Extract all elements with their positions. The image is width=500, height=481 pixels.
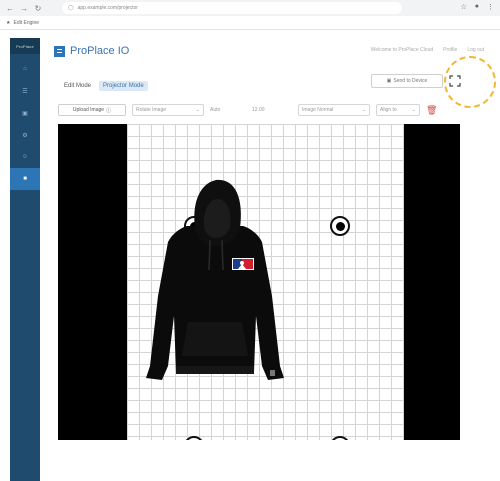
offset-value[interactable]: 12.00	[252, 107, 292, 113]
profile-icon[interactable]: ●	[475, 3, 479, 11]
bookmark-icon: ★	[6, 19, 11, 26]
info-icon: ⓘ	[106, 107, 112, 114]
reload-icon[interactable]: ↻	[34, 4, 42, 13]
upload-image-button[interactable]: Upload Image ⓘ	[58, 104, 126, 116]
tab-projector-mode[interactable]: Projector Mode	[99, 81, 148, 91]
tab-edit-mode[interactable]: Edit Mode	[60, 81, 95, 91]
align-select[interactable]: Align to ⌄	[376, 104, 420, 116]
send-to-device-button[interactable]: ▣ Send to Device	[371, 74, 443, 88]
sidebar: ProPlace ⌂ ☰ ▣ ⚙ ☺ ■	[10, 38, 40, 481]
mode-tabs: Edit Mode Projector Mode	[60, 81, 148, 91]
fullscreen-button[interactable]	[445, 71, 465, 91]
projector-icon: ■	[23, 176, 27, 182]
header-link-welcome[interactable]: Welcome to ProPlace Cloud	[371, 47, 433, 53]
delete-trash-icon[interactable]: 🗑	[426, 105, 437, 116]
align-value: Align to	[380, 107, 397, 113]
sidebar-item-home[interactable]: ⌂	[10, 58, 40, 80]
sidebar-item-layers[interactable]: ☰	[10, 80, 40, 102]
main-panel: ProPlace IO Welcome to ProPlace Cloud Pr…	[40, 38, 500, 481]
layers-icon: ☰	[22, 88, 28, 95]
rotate-image-value: Rotate Image	[136, 107, 167, 113]
kebab-menu-icon[interactable]: ⋮	[487, 3, 494, 11]
browser-actions: ☆ ● ⋮	[460, 3, 494, 11]
star-icon[interactable]: ☆	[460, 3, 466, 11]
settings-icon: ⚙	[22, 132, 28, 139]
lock-icon: ◯	[68, 5, 74, 11]
home-icon: ⌂	[23, 66, 27, 72]
sidebar-logo: ProPlace	[10, 38, 40, 54]
forward-icon[interactable]: →	[20, 4, 28, 13]
image-icon: ▣	[22, 110, 28, 117]
bookmark-item[interactable]: Edit Engine	[13, 20, 39, 26]
header-link-logout[interactable]: Log out	[467, 47, 484, 53]
sidebar-item-projector[interactable]: ■	[10, 168, 40, 190]
corner-marker-top-right[interactable]	[330, 216, 350, 236]
hoodie-image[interactable]	[140, 166, 290, 396]
back-icon[interactable]: ←	[6, 4, 14, 13]
app-header: ProPlace IO Welcome to ProPlace Cloud Pr…	[40, 38, 500, 64]
scale-value[interactable]: Auto	[210, 107, 246, 113]
image-flip-value: Image Normal	[302, 107, 334, 113]
upload-image-label: Upload Image	[72, 107, 105, 113]
toolbar: Upload Image ⓘ Rotate Image ⌄ Auto 12.00…	[58, 104, 442, 116]
header-links: Welcome to ProPlace Cloud Profile Log ou…	[371, 47, 484, 53]
address-bar[interactable]: ◯ app.example.com/projector	[62, 2, 402, 14]
bookmark-bar: ★ Edit Engine	[0, 16, 500, 30]
app-logo-icon	[54, 45, 65, 57]
sidebar-item-image[interactable]: ▣	[10, 102, 40, 124]
send-to-device-label: Send to Device	[393, 78, 428, 84]
projector-canvas[interactable]	[58, 124, 460, 440]
chevron-down-icon: ⌄	[361, 107, 366, 113]
sidebar-item-settings[interactable]: ⚙	[10, 124, 40, 146]
sidebar-item-user[interactable]: ☺	[10, 146, 40, 168]
monitor-icon: ▣	[386, 78, 392, 84]
logo-patch	[232, 258, 254, 270]
chevron-down-icon: ⌄	[411, 107, 416, 113]
browser-toolbar: ← → ↻ ◯ app.example.com/projector ☆ ● ⋮	[0, 0, 500, 16]
app-title: ProPlace IO	[70, 45, 130, 57]
user-icon: ☺	[21, 154, 29, 160]
fullscreen-icon	[449, 75, 461, 87]
chevron-down-icon: ⌄	[195, 107, 200, 113]
rotate-image-select[interactable]: Rotate Image ⌄	[132, 104, 204, 116]
url-text: app.example.com/projector	[77, 5, 138, 11]
image-flip-select[interactable]: Image Normal ⌄	[298, 104, 370, 116]
header-link-profile[interactable]: Profile	[443, 47, 457, 53]
